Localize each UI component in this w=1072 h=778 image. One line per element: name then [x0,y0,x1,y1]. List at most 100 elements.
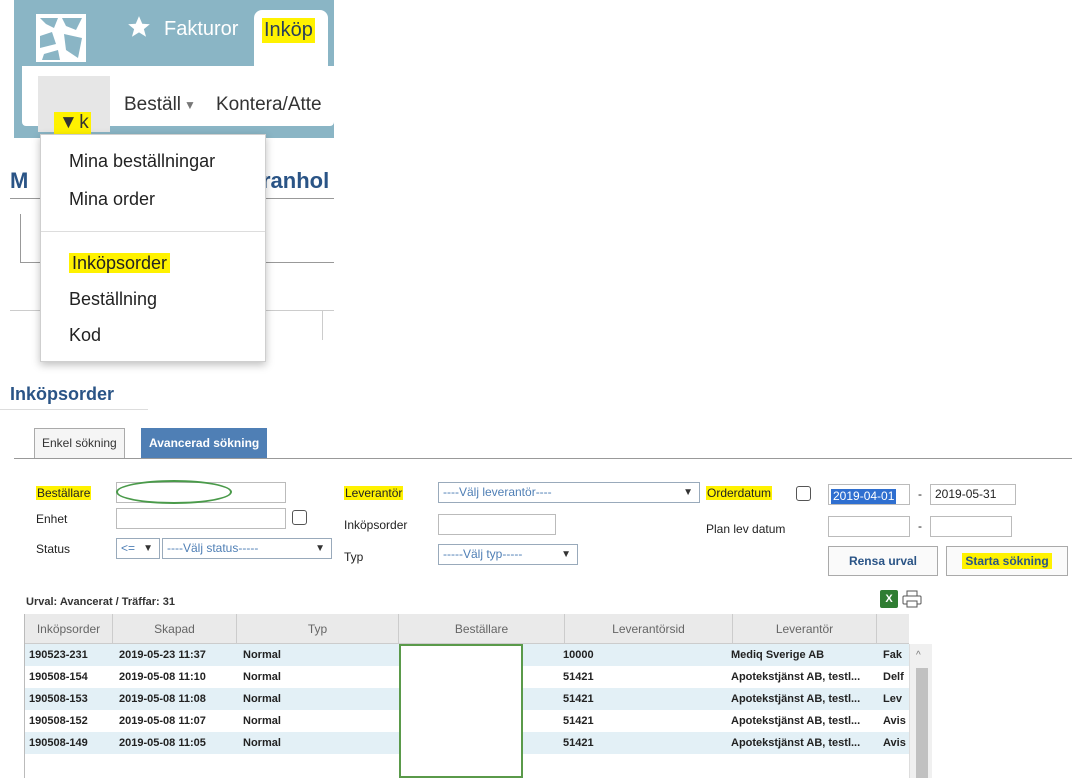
sub-nav-sok[interactable]: Sök▼ [38,76,110,134]
orderdatum-checkbox[interactable] [796,486,811,501]
column-header-skapad[interactable]: Skapad [113,614,237,644]
cell-inkopsorder: 190508-154 [29,671,88,683]
enhet-checkbox[interactable] [292,510,307,525]
leverantor-select-value: ----Välj leverantör---- [443,485,552,499]
star-icon[interactable] [126,14,152,40]
table-scrollbar[interactable]: ^ [909,644,932,778]
nav-fakturor[interactable]: Fakturor [164,18,238,41]
sub-nav-kontera-label: Kontera/Atte [216,94,322,115]
results-summary: Urval: Avancerat / Träffar: 31 [26,596,175,608]
orderdatum-from-value: 2019-04-01 [831,489,897,504]
starta-sokning-label: Starta sökning [962,553,1052,569]
sub-nav-bar: Sök▼ Beställ▼ Kontera/Atte [22,66,334,134]
table-header: Inköpsorder Skapad Typ Beställare Levera… [25,614,909,644]
results-table: Inköpsorder Skapad Typ Beställare Levera… [24,614,932,778]
enhet-label: Enhet [36,512,68,526]
leverantor-select[interactable]: ----Välj leverantör---- ▼ [438,482,700,503]
status-operator-select[interactable]: <= ▼ [116,538,160,559]
cell-typ: Normal [243,649,281,661]
page-title: Inköpsorder [10,384,115,404]
print-icon[interactable] [902,590,922,608]
chevron-down-icon: ▼ [57,112,80,134]
chevron-down-icon: ▼ [683,487,693,498]
cell-typ: Normal [243,715,281,727]
column-header-leverantor[interactable]: Leverantör [733,614,877,644]
bestallare-label: Beställare [36,486,92,500]
planlev-from-input[interactable] [828,516,910,537]
orderdatum-to-input[interactable]: 2019-05-31 [930,484,1016,505]
leverantor-label: Leverantör [344,486,404,500]
cell-typ: Normal [243,671,281,683]
sub-nav-kontera[interactable]: Kontera/Atte [216,94,334,116]
cell-skapad: 2019-05-08 11:05 [119,737,206,749]
tab-avancerad-sokning[interactable]: Avancerad sökning [141,428,268,458]
status-select[interactable]: ----Välj status----- ▼ [162,538,332,559]
typ-select-value: -----Välj typ----- [443,547,523,561]
app-logo[interactable] [36,14,86,62]
menu-item-mina-bestallningar[interactable]: Mina beställningar [69,151,215,172]
orderdatum-label: Orderdatum [706,486,773,500]
planlev-to-input[interactable] [930,516,1012,537]
cell-skapad: 2019-05-08 11:10 [119,671,206,683]
typ-select[interactable]: -----Välj typ----- ▼ [438,544,578,565]
orderdatum-from-input[interactable]: 2019-04-01 [828,484,910,505]
chevron-down-icon: ▼ [561,549,571,560]
cell-extra: Fak [883,649,902,661]
cell-leverantor: Apotekstjänst AB, testl... [731,715,861,727]
status-label: Status [36,542,71,556]
background-page-title: M [10,168,29,193]
cell-typ: Normal [243,693,281,705]
status-select-value: ----Välj status----- [167,541,259,555]
menu-item-kod[interactable]: Kod [69,325,101,346]
scrollbar-thumb[interactable] [916,668,928,778]
menu-item-inkopsorder-label: Inköpsorder [69,253,171,273]
cell-inkopsorder: 190508-149 [29,737,88,749]
app-top-bar: Fakturor Inköp Sök▼ Beställ▼ Kontera/Att… [14,0,334,138]
cell-leverantor: Apotekstjänst AB, testl... [731,737,861,749]
divider [0,409,148,410]
status-operator-value: <= [121,541,136,555]
rensa-urval-button[interactable]: Rensa urval [828,546,938,576]
nav-inkop-label: Inköp [262,18,315,43]
chevron-down-icon: ▼ [315,543,325,554]
tab-enkel-sokning[interactable]: Enkel sökning [34,428,125,458]
cell-inkopsorder: 190523-231 [29,649,88,661]
typ-label: Typ [344,550,364,564]
cell-leverantor: Mediq Sverige AB [731,649,825,661]
divider [322,310,323,340]
cell-typ: Normal [243,737,281,749]
orderdatum-separator: - [918,487,922,501]
cell-skapad: 2019-05-23 11:37 [119,649,206,661]
planlev-separator: - [918,519,922,533]
cell-leverantorsid: 10000 [563,649,594,661]
cell-skapad: 2019-05-08 11:07 [119,715,206,727]
cell-leverantorsid: 51421 [563,715,594,727]
chevron-up-icon[interactable]: ^ [916,650,921,661]
annotation-ellipse [116,480,232,504]
sub-nav-bestall[interactable]: Beställ ▼ [124,94,196,116]
cell-skapad: 2019-05-08 11:08 [119,693,206,705]
cell-inkopsorder: 190508-153 [29,693,88,705]
menu-item-bestallning[interactable]: Beställning [69,289,157,310]
annotation-redaction-box [399,644,523,778]
background-page-title-cont: ranhol [262,168,330,193]
excel-icon[interactable]: X [880,590,898,608]
cell-extra: Avis [883,715,906,727]
cell-extra: Avis [883,737,906,749]
menu-item-mina-order[interactable]: Mina order [69,189,155,210]
menu-item-inkopsorder[interactable]: Inköpsorder [69,253,171,274]
column-header-typ[interactable]: Typ [237,614,399,644]
cell-leverantorsid: 51421 [563,671,594,683]
nav-inkop-tab[interactable]: Inköp [254,10,328,68]
cell-leverantorsid: 51421 [563,693,594,705]
column-header-inkopsorder[interactable]: Inköpsorder [25,614,113,644]
cell-extra: Delf [883,671,904,683]
column-header-leverantorsid[interactable]: Leverantörsid [565,614,733,644]
cell-extra: Lev [883,693,902,705]
inkopsorder-input[interactable] [438,514,556,535]
starta-sokning-button[interactable]: Starta sökning [946,546,1068,576]
inkopsorder-label: Inköpsorder [344,518,408,532]
column-header-bestallare[interactable]: Beställare [399,614,565,644]
divider [14,458,1072,459]
enhet-input[interactable] [116,508,286,529]
